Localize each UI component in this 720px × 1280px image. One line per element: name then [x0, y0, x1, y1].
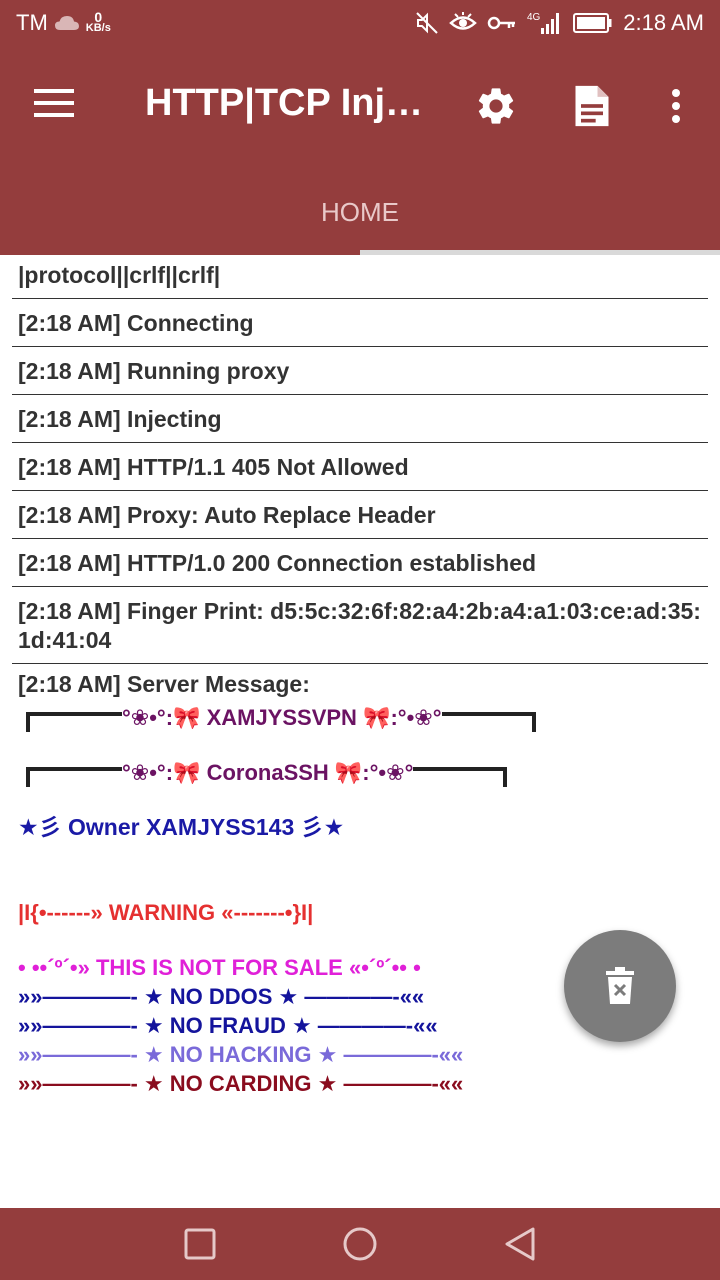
overflow-menu-button[interactable] — [652, 82, 700, 130]
square-icon — [184, 1228, 216, 1260]
more-vert-icon — [672, 89, 680, 123]
server-message-label: [2:18 AM] Server Message: — [18, 671, 310, 697]
key-icon — [488, 16, 516, 30]
cloud-icon — [54, 16, 79, 30]
clear-log-button[interactable] — [564, 930, 676, 1042]
no-carding-line: »»————- ★ NO CARDING ★ ————-«« — [18, 1071, 464, 1096]
hamburger-icon — [34, 89, 74, 117]
log-entry: [2:18 AM] Connecting — [12, 299, 708, 347]
signal-icon: 4G — [527, 12, 560, 34]
banner-xamjyssvpn: °❀•°:🎀 XAMJYSSVPN 🎀:°•❀° — [26, 703, 702, 732]
no-hacking-line: »»————- ★ NO HACKING ★ ————-«« — [18, 1042, 464, 1067]
log-entry: [2:18 AM] Finger Print: d5:5c:32:6f:82:a… — [12, 587, 708, 664]
banner-left-bracket — [26, 767, 122, 787]
triangle-back-icon — [505, 1227, 535, 1261]
settings-button[interactable] — [472, 82, 520, 130]
menu-button[interactable] — [34, 88, 78, 122]
mute-icon — [416, 12, 438, 34]
app-bar: HTTP|TCP Inj… HOME LOG — [0, 50, 720, 455]
log-entry: [2:18 AM] Running proxy — [12, 347, 708, 395]
carrier-label: TM — [16, 10, 48, 35]
banner-right-bracket — [441, 712, 536, 732]
log-entry: |protocol||crlf||crlf| — [12, 255, 708, 299]
document-icon — [575, 85, 609, 127]
gear-icon — [478, 88, 514, 124]
navigation-bar — [0, 1208, 720, 1280]
log-entry: [2:18 AM] HTTP/1.0 200 Connection establ… — [12, 539, 708, 587]
banner-coronassh: °❀•°:🎀 CoronaSSH 🎀:°•❀° — [26, 758, 702, 787]
status-bar: TM 0 KB/s 4G 2:18 AM — [0, 0, 720, 50]
circle-icon — [343, 1227, 377, 1261]
status-left: TM 0 KB/s — [16, 10, 111, 36]
owner-line: ★彡 Owner XAMJYSS143 彡★ — [18, 814, 345, 840]
trash-icon — [606, 967, 634, 1004]
net-speed: 0 KB/s — [85, 10, 111, 34]
log-entry: [2:18 AM] Proxy: Auto Replace Header — [12, 491, 708, 539]
log-entry: [2:18 AM] Injecting — [12, 395, 708, 443]
banner-text: °❀•°:🎀 XAMJYSSVPN 🎀:°•❀° — [122, 705, 442, 730]
document-button[interactable] — [568, 82, 616, 130]
net-speed-unit: KB/s — [85, 22, 111, 34]
log-entry: [2:18 AM] HTTP/1.1 405 Not Allowed — [12, 443, 708, 491]
banner-right-bracket — [413, 767, 508, 787]
tab-bar: HOME LOG — [0, 170, 720, 455]
back-button[interactable] — [500, 1224, 540, 1264]
eye-icon — [449, 12, 478, 30]
banner-left-bracket — [26, 712, 122, 732]
battery-icon — [573, 13, 612, 33]
clock: 2:18 AM — [623, 10, 704, 35]
banner-text: °❀•°:🎀 CoronaSSH 🎀:°•❀° — [122, 760, 414, 785]
status-right: 4G 2:18 AM — [415, 10, 704, 36]
home-button[interactable] — [340, 1224, 380, 1264]
warning-line: |I{•------» WARNING «-------•}I| — [18, 900, 314, 925]
recent-apps-button[interactable] — [180, 1224, 220, 1264]
app-title: HTTP|TCP Inj… — [145, 82, 424, 124]
svg-text:4G: 4G — [527, 12, 541, 23]
tab-home[interactable]: HOME — [0, 170, 720, 255]
